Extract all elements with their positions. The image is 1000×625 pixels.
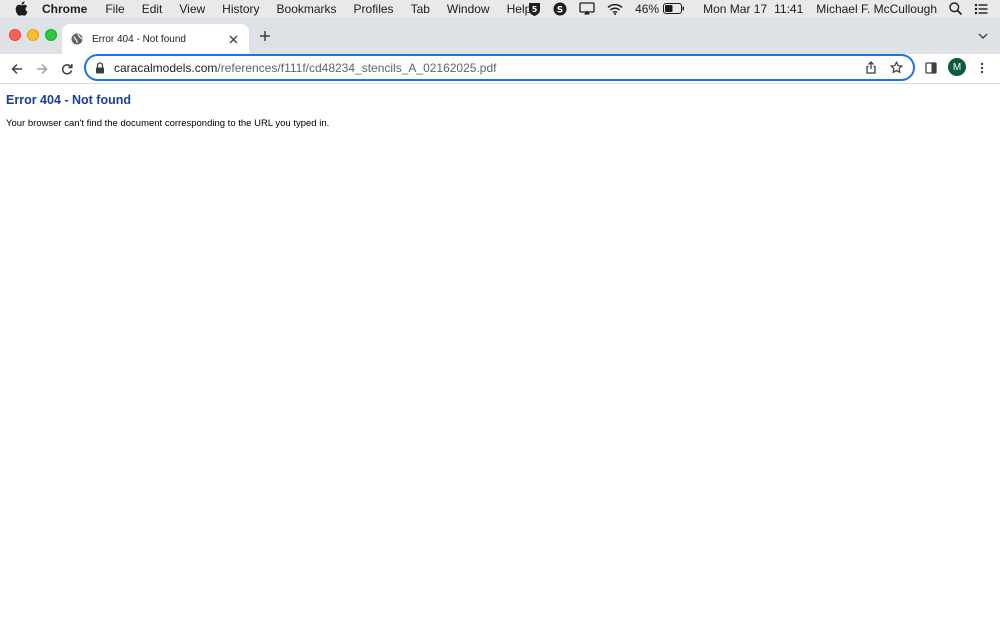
back-icon[interactable] [8,60,26,78]
menu-tab[interactable]: Tab [411,2,430,16]
menu-view[interactable]: View [179,2,205,16]
address-bar[interactable]: caracalmodels.com/references/f111f/cd482… [84,54,915,81]
spotlight-search-icon[interactable] [949,2,962,15]
menu-time[interactable]: 11:41 [774,2,803,16]
menu-edit[interactable]: Edit [142,2,163,16]
menu-file[interactable]: File [105,2,124,16]
tab-active[interactable]: Error 404 - Not found [62,24,249,54]
more-menu-icon[interactable] [973,59,991,77]
error-message: Your browser can't find the document cor… [6,118,330,129]
control-center-icon[interactable] [974,3,988,15]
airplay-icon[interactable] [579,2,595,15]
svg-text:S: S [557,5,563,15]
menu-app-name[interactable]: Chrome [42,2,87,16]
tab-close-icon[interactable] [225,31,241,47]
menu-profiles[interactable]: Profiles [354,2,394,16]
page-content: Error 404 - Not found Your browser can't… [0,85,1000,625]
menu-window[interactable]: Window [447,2,490,16]
fullscreen-window-button[interactable] [45,29,57,41]
lock-icon[interactable] [95,61,105,74]
macos-menu-bar: Chrome File Edit View History Bookmarks … [0,0,1000,17]
svg-text:5: 5 [532,5,538,14]
menu-bookmarks[interactable]: Bookmarks [277,2,337,16]
skype-icon[interactable]: S [553,2,567,16]
reload-icon[interactable] [58,60,76,78]
menu-date[interactable]: Mon Mar 17 [703,2,767,16]
browser-toolbar: caracalmodels.com/references/f111f/cd482… [0,54,1000,84]
wifi-icon[interactable] [607,3,623,15]
battery-icon[interactable] [663,3,685,14]
avatar[interactable]: M [948,58,966,76]
chevron-down-icon[interactable] [976,29,990,43]
shield-5-icon[interactable]: 5 [528,2,541,16]
url-path: /references/f111f/cd48234_stencils_A_021… [217,60,497,75]
share-icon[interactable] [863,60,879,76]
tab-title: Error 404 - Not found [92,33,186,45]
forward-icon[interactable] [33,60,51,78]
url-text[interactable]: caracalmodels.com/references/f111f/cd482… [114,61,863,75]
bookmark-star-icon[interactable] [888,60,904,76]
close-window-button[interactable] [9,29,21,41]
menu-user-name[interactable]: Michael F. McCullough [816,2,937,16]
url-domain: caracalmodels.com [114,60,218,75]
page-title: Error 404 - Not found [6,93,132,107]
side-panel-icon[interactable] [922,59,940,77]
globe-icon [71,33,83,45]
minimize-window-button[interactable] [27,29,39,41]
battery-percent: 46% [635,1,660,16]
new-tab-icon[interactable] [257,28,273,44]
menu-history[interactable]: History [222,2,259,16]
apple-logo-icon[interactable] [15,1,29,16]
tab-strip: Error 404 - Not found [0,17,1000,54]
